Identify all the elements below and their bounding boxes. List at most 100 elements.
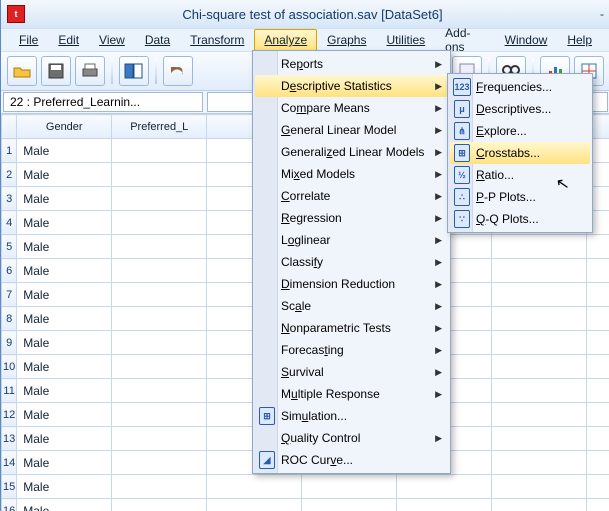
grid-cell[interactable] (112, 187, 207, 211)
grid-cell[interactable] (112, 403, 207, 427)
tool-recall[interactable] (119, 56, 149, 86)
row-header[interactable]: 9 (2, 331, 17, 355)
grid-cell[interactable]: Male (17, 163, 112, 187)
submenu-descriptives[interactable]: μDescriptives... (450, 98, 590, 120)
row-header[interactable]: 1 (2, 139, 17, 163)
menu-window[interactable]: Window (495, 29, 558, 51)
grid-cell[interactable] (587, 235, 609, 259)
submenu-qq-plots[interactable]: ∵Q-Q Plots... (450, 208, 590, 230)
column-header[interactable]: Gender (17, 115, 112, 139)
grid-cell[interactable] (112, 235, 207, 259)
menu-scale[interactable]: Scale▶ (255, 295, 448, 317)
grid-cell[interactable]: Male (17, 139, 112, 163)
grid-cell[interactable]: Male (17, 379, 112, 403)
grid-cell[interactable] (112, 283, 207, 307)
grid-cell[interactable] (587, 499, 609, 511)
grid-cell[interactable] (492, 283, 587, 307)
grid-cell[interactable] (587, 379, 609, 403)
menu-forecasting[interactable]: Forecasting▶ (255, 339, 448, 361)
row-header[interactable]: 16 (2, 499, 17, 511)
menu-reports[interactable]: Reports▶ (255, 53, 448, 75)
menu-file[interactable]: File (9, 29, 48, 51)
grid-cell[interactable] (492, 331, 587, 355)
menu-view[interactable]: View (89, 29, 135, 51)
grid-cell[interactable] (302, 499, 397, 511)
submenu-explore[interactable]: ⋔Explore... (450, 120, 590, 142)
menu-roc-curve[interactable]: ◢ROC Curve... (255, 449, 448, 471)
tool-save[interactable] (41, 56, 71, 86)
column-header[interactable]: Preferred_L (112, 115, 207, 139)
grid-cell[interactable]: Male (17, 499, 112, 511)
grid-cell[interactable] (112, 427, 207, 451)
grid-cell[interactable] (492, 355, 587, 379)
grid-cell[interactable] (112, 211, 207, 235)
grid-corner[interactable] (2, 115, 17, 139)
grid-cell[interactable] (587, 451, 609, 475)
menu-general-linear-model[interactable]: General Linear Model▶ (255, 119, 448, 141)
grid-cell[interactable] (112, 379, 207, 403)
menu-data[interactable]: Data (135, 29, 180, 51)
grid-cell[interactable] (492, 403, 587, 427)
menu-regression[interactable]: Regression▶ (255, 207, 448, 229)
grid-cell[interactable]: Male (17, 403, 112, 427)
grid-cell[interactable]: Male (17, 451, 112, 475)
row-header[interactable]: 10 (2, 355, 17, 379)
menu-compare-means[interactable]: Compare Means▶ (255, 97, 448, 119)
grid-cell[interactable] (492, 475, 587, 499)
row-header[interactable]: 4 (2, 211, 17, 235)
grid-cell[interactable]: Male (17, 427, 112, 451)
grid-cell[interactable]: Male (17, 475, 112, 499)
menu-help[interactable]: Help (557, 29, 602, 51)
menu-utilities[interactable]: Utilities (376, 29, 435, 51)
grid-cell[interactable] (112, 475, 207, 499)
grid-cell[interactable] (112, 355, 207, 379)
menu-edit[interactable]: Edit (48, 29, 89, 51)
grid-cell[interactable]: Male (17, 283, 112, 307)
grid-cell[interactable] (112, 499, 207, 511)
submenu-frequencies[interactable]: 123Frequencies... (450, 76, 590, 98)
row-header[interactable]: 15 (2, 475, 17, 499)
grid-cell[interactable]: Male (17, 331, 112, 355)
row-header[interactable]: 7 (2, 283, 17, 307)
menu-generalized-linear-models[interactable]: Generalized Linear Models▶ (255, 141, 448, 163)
grid-cell[interactable] (112, 307, 207, 331)
menu-nonparametric[interactable]: Nonparametric Tests▶ (255, 317, 448, 339)
menu-mixed-models[interactable]: Mixed Models▶ (255, 163, 448, 185)
grid-cell[interactable] (587, 475, 609, 499)
grid-cell[interactable] (587, 307, 609, 331)
grid-cell[interactable] (587, 403, 609, 427)
menu-dimension-reduction[interactable]: Dimension Reduction▶ (255, 273, 448, 295)
submenu-ratio[interactable]: ½Ratio... (450, 164, 590, 186)
grid-cell[interactable] (492, 499, 587, 511)
grid-cell[interactable]: Male (17, 307, 112, 331)
submenu-pp-plots[interactable]: ∴P-P Plots... (450, 186, 590, 208)
grid-cell[interactable] (207, 499, 302, 511)
menu-loglinear[interactable]: Loglinear▶ (255, 229, 448, 251)
grid-cell[interactable] (207, 475, 302, 499)
grid-cell[interactable] (302, 475, 397, 499)
grid-cell[interactable]: Male (17, 235, 112, 259)
row-header[interactable]: 3 (2, 187, 17, 211)
menu-analyze[interactable]: Analyze (254, 29, 317, 51)
grid-cell[interactable]: Male (17, 355, 112, 379)
grid-cell[interactable] (587, 259, 609, 283)
row-header[interactable]: 5 (2, 235, 17, 259)
row-header[interactable]: 8 (2, 307, 17, 331)
menu-multiple-response[interactable]: Multiple Response▶ (255, 383, 448, 405)
grid-cell[interactable] (492, 259, 587, 283)
tool-print[interactable] (75, 56, 105, 86)
grid-cell[interactable] (112, 163, 207, 187)
grid-cell[interactable] (492, 379, 587, 403)
grid-cell[interactable]: Male (17, 259, 112, 283)
tool-open[interactable] (7, 56, 37, 86)
grid-cell[interactable] (112, 451, 207, 475)
row-header[interactable]: 12 (2, 403, 17, 427)
row-header[interactable]: 13 (2, 427, 17, 451)
grid-cell[interactable] (587, 427, 609, 451)
grid-cell[interactable] (587, 283, 609, 307)
grid-cell[interactable] (492, 427, 587, 451)
menu-correlate[interactable]: Correlate▶ (255, 185, 448, 207)
menu-transform[interactable]: Transform (180, 29, 254, 51)
grid-cell[interactable]: Male (17, 187, 112, 211)
cell-name-box[interactable]: 22 : Preferred_Learnin... (3, 92, 203, 112)
